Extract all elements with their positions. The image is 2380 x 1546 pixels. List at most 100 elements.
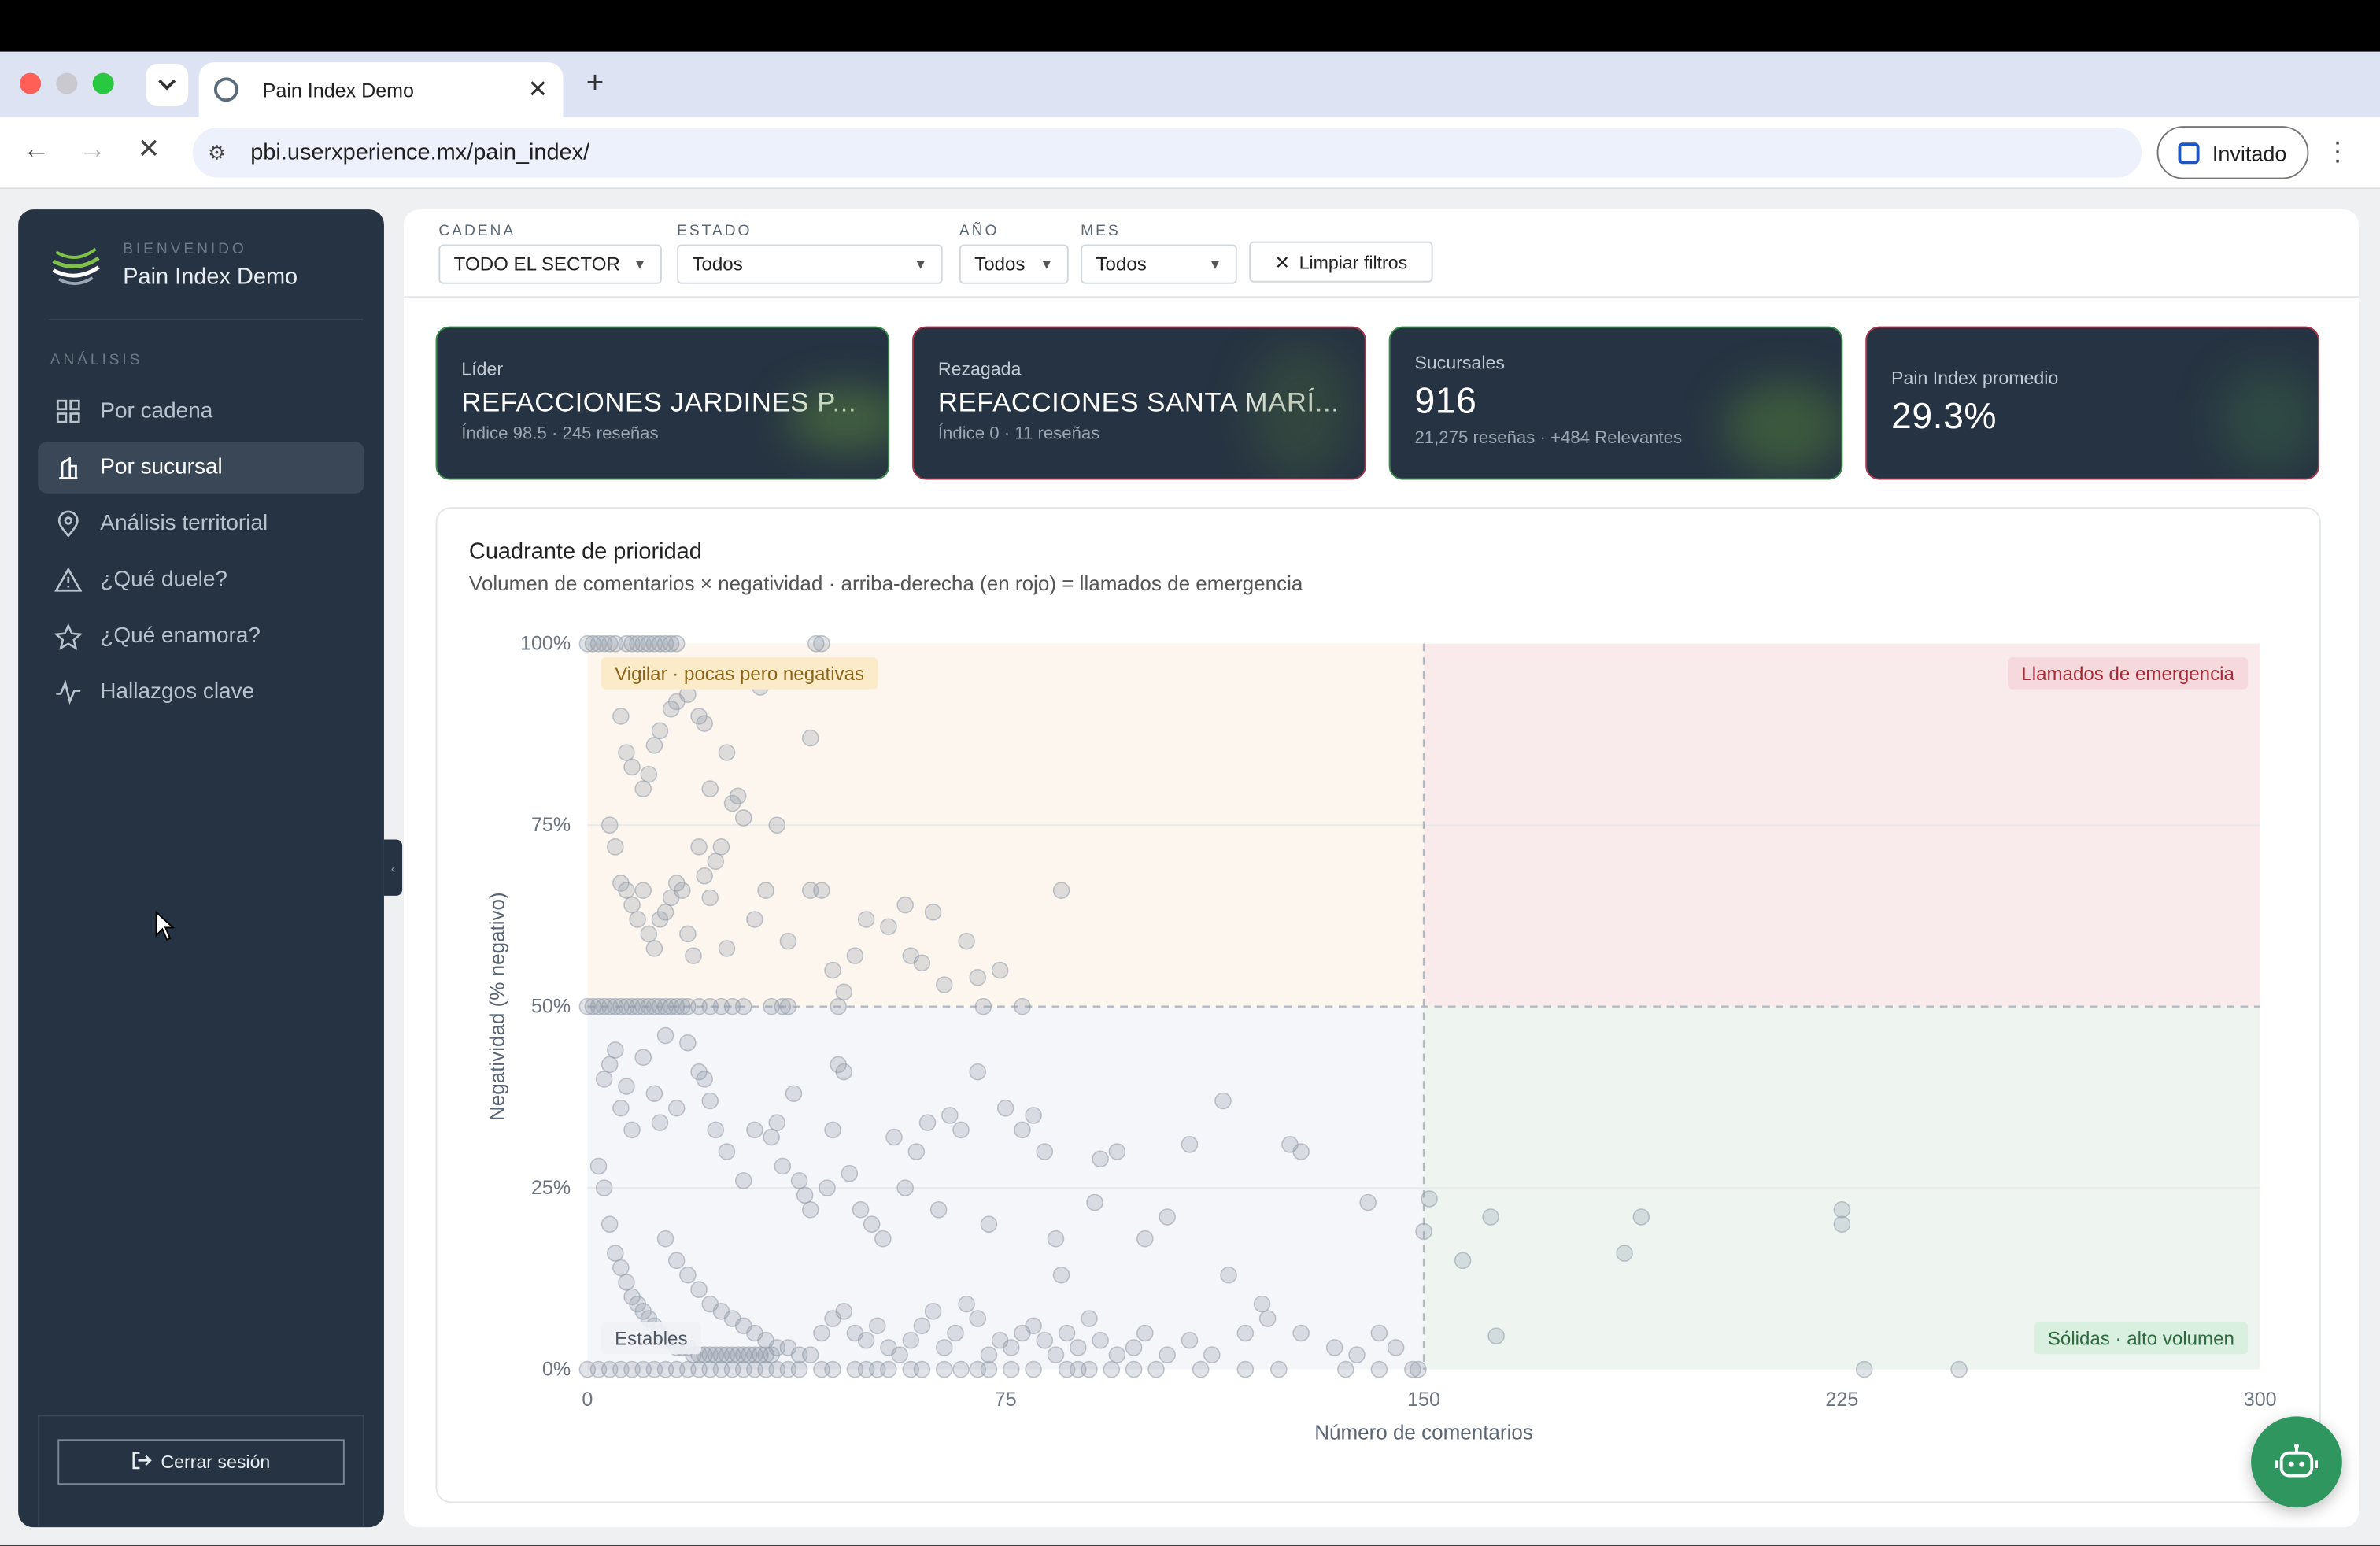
profile-button[interactable]: Invitado [2156,126,2309,179]
scatter-point[interactable] [618,1078,635,1095]
scatter-point[interactable] [1036,1331,1054,1349]
scatter-point[interactable] [969,1310,987,1327]
scatter-point[interactable] [763,1128,780,1146]
scatter-point[interactable] [830,997,847,1015]
close-tab-icon[interactable]: ✕ [527,75,548,105]
filter-estado-select[interactable]: Todos ▼ [677,244,943,284]
scatter-point[interactable] [868,1317,886,1335]
scatter-point[interactable] [667,1099,686,1117]
scatter-point[interactable] [1192,1360,1210,1378]
scatter-point[interactable] [696,867,713,885]
scatter-point[interactable] [1125,1360,1143,1378]
scatter-point[interactable] [640,925,658,943]
scatter-point[interactable] [952,1360,970,1378]
scatter-point[interactable] [1081,1360,1098,1378]
scatter-point[interactable] [790,1360,808,1378]
scatter-point[interactable] [606,838,624,856]
chatbot-button[interactable] [2251,1416,2342,1508]
scatter-point[interactable] [796,1186,814,1204]
scatter-point[interactable] [958,1295,975,1313]
scatter-point[interactable] [606,1041,624,1059]
scatter-point[interactable] [891,1346,908,1363]
scatter-point[interactable] [701,1092,719,1110]
forward-button[interactable]: → [75,134,111,166]
scatter-point[interactable] [1047,1346,1065,1363]
scatter-point[interactable] [667,634,686,653]
scatter-point[interactable] [645,1085,663,1103]
scatter-point[interactable] [1488,1327,1505,1344]
scatter-point[interactable] [913,1317,931,1335]
scatter-point[interactable] [1002,1360,1020,1378]
scatter-point[interactable] [991,961,1009,979]
scatter-point[interactable] [813,1324,830,1342]
scatter-point[interactable] [1025,1107,1042,1124]
scatter-point[interactable] [1108,1346,1126,1363]
new-tab-button[interactable]: + [582,67,609,102]
scatter-point[interactable] [980,1360,998,1378]
scatter-point[interactable] [601,1215,619,1233]
scatter-point[interactable] [885,1128,903,1146]
scatter-point[interactable] [1069,1339,1087,1356]
scatter-point[interactable] [1482,1208,1499,1226]
scatter-point[interactable] [595,1179,613,1196]
scatter-point[interactable] [1025,1317,1042,1335]
scatter-point[interactable] [595,1071,613,1088]
scatter-point[interactable] [996,1099,1014,1117]
scatter-point[interactable] [941,1107,959,1124]
window-zoom-button[interactable] [92,72,114,94]
scatter-point[interactable] [685,947,702,964]
scatter-point[interactable] [1159,1346,1176,1363]
scatter-point[interactable] [1014,1121,1031,1139]
scatter-point[interactable] [824,1121,841,1139]
scatter-point[interactable] [935,1360,953,1378]
scatter-point[interactable] [1258,1310,1277,1327]
scatter-point[interactable] [674,882,691,899]
scatter-point[interactable] [969,968,987,986]
sidebar-collapse-handle[interactable]: ‹ [383,839,403,896]
scatter-point[interactable] [656,1230,674,1248]
scatter-point[interactable] [958,932,975,950]
scatter-point[interactable] [896,896,914,914]
scatter-point[interactable] [746,1121,763,1139]
sidebar-item-que-enamora[interactable]: ¿Qué enamora? [38,610,364,662]
scatter-point[interactable] [718,1143,736,1160]
logout-button[interactable]: Cerrar sesión [57,1439,345,1485]
scatter-point[interactable] [863,1215,881,1233]
scatter-point[interactable] [846,947,864,964]
scatter-point[interactable] [1014,997,1031,1015]
scatter-point[interactable] [656,904,674,921]
sidebar-item-por-cadena[interactable]: Por cadena [38,386,364,438]
scatter-point[interactable] [1950,1360,1968,1378]
filter-mes-select[interactable]: Todos ▼ [1081,244,1237,284]
scatter-point[interactable] [718,940,736,957]
scatter-point[interactable] [679,1266,697,1284]
scatter-point[interactable] [1108,1143,1126,1160]
scatter-point[interactable] [1086,1193,1103,1211]
scatter-point[interactable] [640,765,658,783]
scatter-point[interactable] [696,715,713,732]
scatter-point[interactable] [696,1071,713,1088]
scatter-point[interactable] [947,1324,964,1342]
scatter-point[interactable] [1387,1339,1405,1356]
scatter-point[interactable] [618,1274,635,1291]
scatter-point[interactable] [1136,1230,1154,1248]
scatter-point[interactable] [835,983,853,1001]
scatter-point[interactable] [857,1331,875,1349]
scatter-point[interactable] [1337,1360,1354,1378]
scatter-point[interactable] [612,708,630,725]
scatter-point[interactable] [1292,1324,1310,1342]
scatter-point[interactable] [913,954,931,972]
scatter-point[interactable] [1159,1208,1176,1226]
scatter-point[interactable] [952,1121,970,1139]
stop-loading-button[interactable]: ✕ [131,134,167,166]
scatter-point[interactable] [707,1121,725,1139]
scatter-point[interactable] [801,1200,819,1219]
scatter-point[interactable] [1181,1136,1199,1153]
tab-search-button[interactable] [146,64,189,107]
scatter-point[interactable] [1058,1324,1076,1342]
scatter-point[interactable] [790,1172,808,1189]
scatter-point[interactable] [969,1063,987,1081]
scatter-point[interactable] [1855,1360,1873,1378]
scatter-point[interactable] [813,882,830,899]
scatter-point[interactable] [1292,1143,1310,1160]
